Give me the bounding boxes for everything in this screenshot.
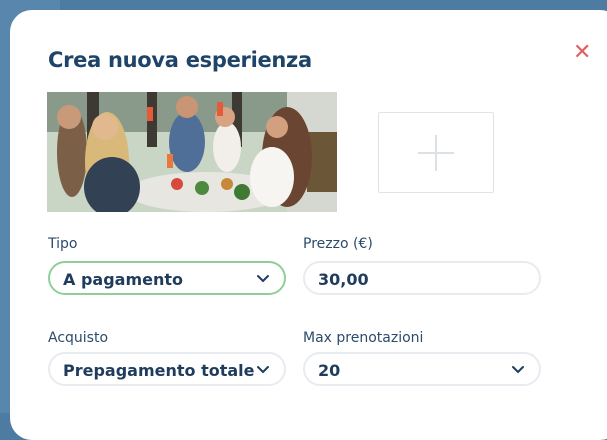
create-experience-modal: Crea nuova esperienza ✕ Tipo A pagamento… bbox=[10, 10, 607, 440]
close-icon[interactable]: ✕ bbox=[573, 42, 591, 64]
max-prenotazioni-label: Max prenotazioni bbox=[303, 330, 424, 346]
chevron-down-icon bbox=[257, 366, 269, 374]
experience-photo[interactable] bbox=[47, 92, 337, 212]
tipo-value: A pagamento bbox=[63, 270, 184, 289]
max-prenotazioni-value: 20 bbox=[318, 361, 341, 380]
acquisto-select[interactable]: Prepagamento totale bbox=[48, 352, 286, 386]
plus-icon bbox=[418, 135, 454, 171]
chevron-down-icon bbox=[512, 366, 524, 374]
modal-title: Crea nuova esperienza bbox=[48, 48, 312, 72]
photo-illustration bbox=[47, 92, 337, 212]
add-photo-button[interactable] bbox=[378, 112, 494, 193]
tipo-select[interactable]: A pagamento bbox=[48, 261, 286, 295]
prezzo-label: Prezzo (€) bbox=[303, 236, 373, 252]
prezzo-value: 30,00 bbox=[318, 270, 369, 289]
acquisto-value: Prepagamento totale bbox=[63, 361, 255, 380]
acquisto-label: Acquisto bbox=[48, 330, 109, 346]
max-prenotazioni-select[interactable]: 20 bbox=[303, 352, 541, 386]
tipo-label: Tipo bbox=[48, 236, 78, 252]
prezzo-input[interactable]: 30,00 bbox=[303, 261, 541, 295]
chevron-down-icon bbox=[257, 275, 269, 283]
